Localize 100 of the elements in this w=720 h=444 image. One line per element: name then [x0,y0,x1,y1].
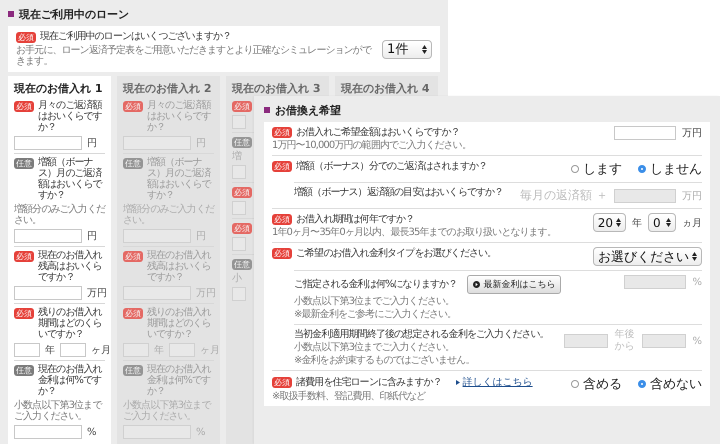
hint-text: 増額分のみご入力ください。 [123,204,214,226]
select-dropdown[interactable]: 0 [648,213,676,232]
question-text: 増額（ボーナス）月のご返済額はおいくらですか？ [38,157,104,201]
question-text: 残りのお借入れ期間はどのくらいですか？ [38,307,104,340]
unit-label: 年 [154,344,164,357]
hint-text: ※最新金利をご参考にご入力ください。 [294,309,456,320]
hint-text: 増額分のみご入力ください。 [14,204,105,226]
question-text: 現在ご利用中のローンはいくつございますか？ [40,31,232,42]
unit-label: 円 [196,230,206,243]
radio-option[interactable]: 含める [571,375,622,393]
unit-label: % [692,276,702,288]
badge: 必須 [14,251,34,262]
select-dropdown[interactable]: 20 [592,213,626,232]
badge: 任意 [123,365,143,376]
select-dropdown[interactable]: お選びください [593,247,702,266]
hint-text: 小数点以下第3位までご入力ください。 [123,400,212,422]
hint-text: 増 [232,151,242,162]
unit-label: 万円 [682,127,702,140]
radio-option[interactable]: します [571,160,622,178]
question-text: 現在のお借入れ残高はおいくらですか？ [38,250,104,283]
updown-arrow-icon [616,218,621,227]
unit-label: 年 [45,344,55,357]
column-title: 現在のお借入れ 2 [123,81,212,97]
unit-label: ヵ月 [682,216,702,230]
unit-label: 万円 [196,287,216,300]
hint-text: ※金利をお約束するものではございません。 [294,355,474,366]
updown-arrow-icon [422,44,427,54]
column-title: 現在のお借入れ 4 [341,81,430,97]
control-label: 年後から [614,329,636,353]
select-dropdown[interactable]: 1件 [382,40,432,58]
radio-option[interactable]: しません [638,160,702,178]
badge: 必須 [16,32,36,43]
question-text: ご希望のお借入れ金利タイプをお選びください。 [296,248,496,258]
question-text: 残りのお借入れ期間はどのくらいですか？ [147,307,212,340]
column-title: 現在のお借入れ 1 [14,81,104,97]
input-field[interactable] [14,286,82,300]
question-text: 当初金利適用期間終了後の想定される金利をご入力ください。 [294,329,549,340]
hint-text: 1万円〜10,000万円の範囲内でご入力ください。 [272,140,471,151]
unit-label: 円 [87,230,97,243]
badge: 任意 [232,137,252,148]
question-text: お借入れ期間は何年ですか？ [296,214,414,224]
input-field[interactable] [14,425,82,439]
arrow-circle-icon [473,281,480,288]
unit-label: ヶ月 [91,344,111,357]
heading-marker-icon [264,107,270,113]
badge: 必須 [272,161,292,172]
question-text: 増額（ボーナス）返済額の目安はおいくらですか？ [294,187,504,198]
unit-label: 年 [632,216,642,230]
updown-arrow-icon [666,218,671,227]
input-field[interactable] [614,126,676,140]
unit-label: % [196,426,206,438]
question-text: 諸費用を住宅ローンに含みますか？ [296,376,442,388]
unit-label: 円 [87,137,97,150]
question-text: 現在のお借入れ金利は何%ですか？ [147,364,212,397]
heading-marker-icon [8,11,14,17]
hint-text: ※取扱手数料、登記費用、印紙代など [272,391,426,402]
question-text: 月々のご返済額はおいくらですか？ [147,100,212,133]
updown-arrow-icon [692,252,697,261]
badge: 必須 [123,308,143,319]
question-text: ご指定される金利は何%になりますか？ [294,279,458,290]
badge: 任意 [123,158,143,169]
badge: 必須 [272,214,292,225]
question-text: 増額（ボーナス）分でのご返済はされますか？ [296,160,488,172]
unit-label: 円 [196,137,206,150]
hint-text: 小数点以下第3位までご入力ください。 [294,342,454,353]
hint-text: 小数点以下第3位までご入力ください。 [294,296,454,307]
triangle-icon [456,380,460,384]
section-heading: 現在ご利用中のローン [19,6,129,22]
question-text: 増額（ボーナス）月のご返済額はおいくらですか？ [147,157,212,201]
input-field[interactable] [60,343,86,357]
question-text: 現在のお借入れ金利は何%ですか？ [38,364,104,397]
question-text: お借入れご希望金額はおいくらですか？ [296,126,460,138]
badge: 任意 [14,365,34,376]
badge: 必須 [272,127,292,138]
hint-text: お手元に、ローン返済予定表をご用意いただきますとより正確なシミュレーションができます。 [16,45,372,67]
badge: 必須 [232,101,252,112]
badge: 任意 [232,259,252,270]
badge: 必須 [123,251,143,262]
badge: 必須 [14,101,34,112]
badge: 必須 [14,308,34,319]
input-field[interactable] [14,229,82,243]
radio-option[interactable]: 含めない [638,375,702,393]
badge: 必須 [272,248,292,259]
section-heading: お借換え希望 [275,102,341,118]
input-field[interactable] [14,343,40,357]
question-text: 現在のお借入れ残高はおいくらですか？ [147,250,212,283]
unit-label: % [87,426,97,438]
unit-label: 万円 [682,190,702,202]
question-text: 月々のご返済額はおいくらですか？ [38,100,104,133]
badge: 必須 [123,101,143,112]
details-link[interactable]: 詳しくはこちら [456,375,533,389]
unit-label: 万円 [87,287,107,300]
control-label: 毎月の返済額 ＋ [520,187,608,204]
hint-text: 小数点以下第3位までご入力ください。 [14,400,103,422]
input-field[interactable] [14,136,82,150]
badge: 任意 [14,158,34,169]
column-title: 現在のお借入れ 3 [232,81,322,97]
badge: 必須 [272,377,292,388]
hint-text: 小 [232,273,242,284]
badge: 必須 [232,223,252,234]
